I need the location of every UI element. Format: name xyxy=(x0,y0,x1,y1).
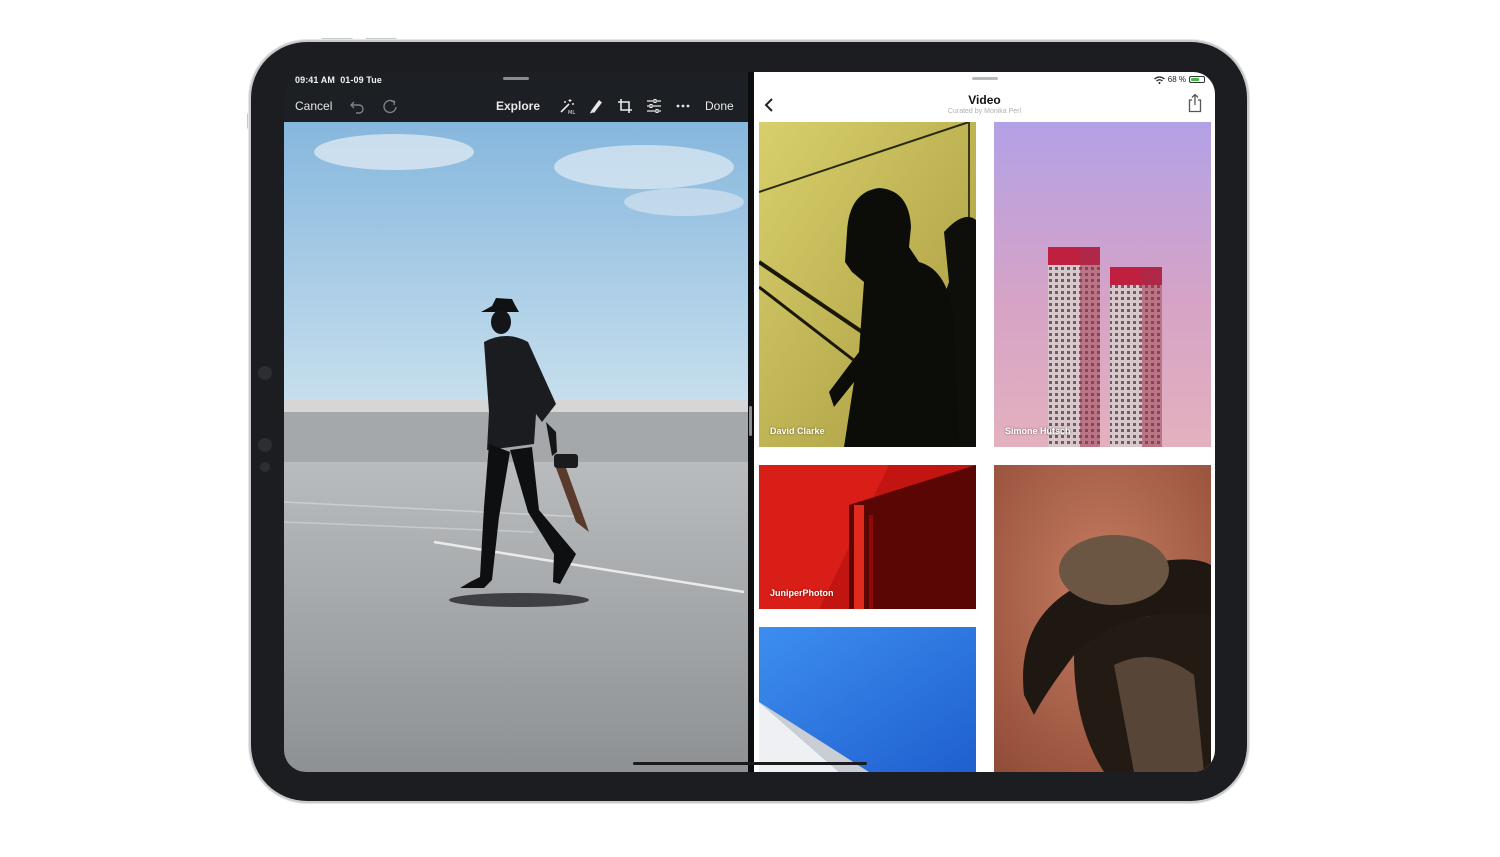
status-time: 09:41 AM xyxy=(295,75,335,85)
photo-tile[interactable]: Simone Hutsch xyxy=(994,122,1211,447)
photo-tile[interactable] xyxy=(994,465,1211,772)
more-icon[interactable] xyxy=(674,97,692,115)
status-bar-left: 09:41 AM 01-09 Tue xyxy=(295,75,382,85)
editor-title: Explore xyxy=(496,99,541,113)
photo-credit: David Clarke xyxy=(770,426,825,436)
photo-tile[interactable] xyxy=(759,627,976,772)
undo-icon[interactable] xyxy=(348,97,366,115)
share-icon[interactable] xyxy=(1187,93,1203,113)
battery-level xyxy=(1191,78,1199,81)
brush-icon[interactable] xyxy=(587,97,605,115)
editor-pane: 09:41 AM 01-09 Tue Cancel Explore ML Don… xyxy=(284,72,748,772)
collection-title: Video xyxy=(968,93,1001,107)
status-date: 01-09 Tue xyxy=(340,75,382,85)
crop-icon[interactable] xyxy=(616,97,634,115)
collection-subtitle: Curated by Monika Perl xyxy=(947,108,1022,115)
photo-credit: JuniperPhoton xyxy=(770,588,834,598)
photo-blue-sky-building xyxy=(759,627,976,772)
camera-sensor xyxy=(258,366,272,380)
photo-tile[interactable]: David Clarke xyxy=(759,122,976,447)
photo-tile[interactable]: JuniperPhoton xyxy=(759,465,976,609)
home-indicator[interactable] xyxy=(633,762,867,765)
camera-lens xyxy=(258,438,272,452)
magic-wand-icon[interactable]: ML xyxy=(558,97,576,115)
editor-toolbar: Cancel Explore ML Done xyxy=(284,92,748,122)
photo-twin-towers xyxy=(994,122,1211,447)
battery-icon xyxy=(1189,76,1205,83)
adjust-sliders-icon[interactable] xyxy=(645,97,663,115)
photo-credit: Simone Hutsch xyxy=(1005,426,1071,436)
wifi-icon xyxy=(1153,75,1165,84)
multitasking-handle-right[interactable] xyxy=(972,77,998,80)
battery-percent: 68 % xyxy=(1167,75,1186,84)
cancel-button[interactable]: Cancel xyxy=(295,99,332,113)
redo-icon[interactable] xyxy=(381,97,399,115)
done-button[interactable]: Done xyxy=(705,99,734,113)
multitasking-handle[interactable] xyxy=(503,77,529,80)
split-view-handle[interactable] xyxy=(749,406,752,436)
collection-pane: 68 % Video Curated by Monika Perl David … xyxy=(754,72,1215,772)
photo-straw-hat-portrait xyxy=(994,465,1211,772)
screen: 09:41 AM 01-09 Tue Cancel Explore ML Don… xyxy=(284,72,1215,772)
editing-photo[interactable] xyxy=(284,122,748,772)
flash-sensor xyxy=(260,462,270,472)
status-bar-right: 68 % xyxy=(1153,75,1205,84)
svg-text:ML: ML xyxy=(568,110,575,115)
photo-silhouettes-stairs xyxy=(759,122,976,447)
